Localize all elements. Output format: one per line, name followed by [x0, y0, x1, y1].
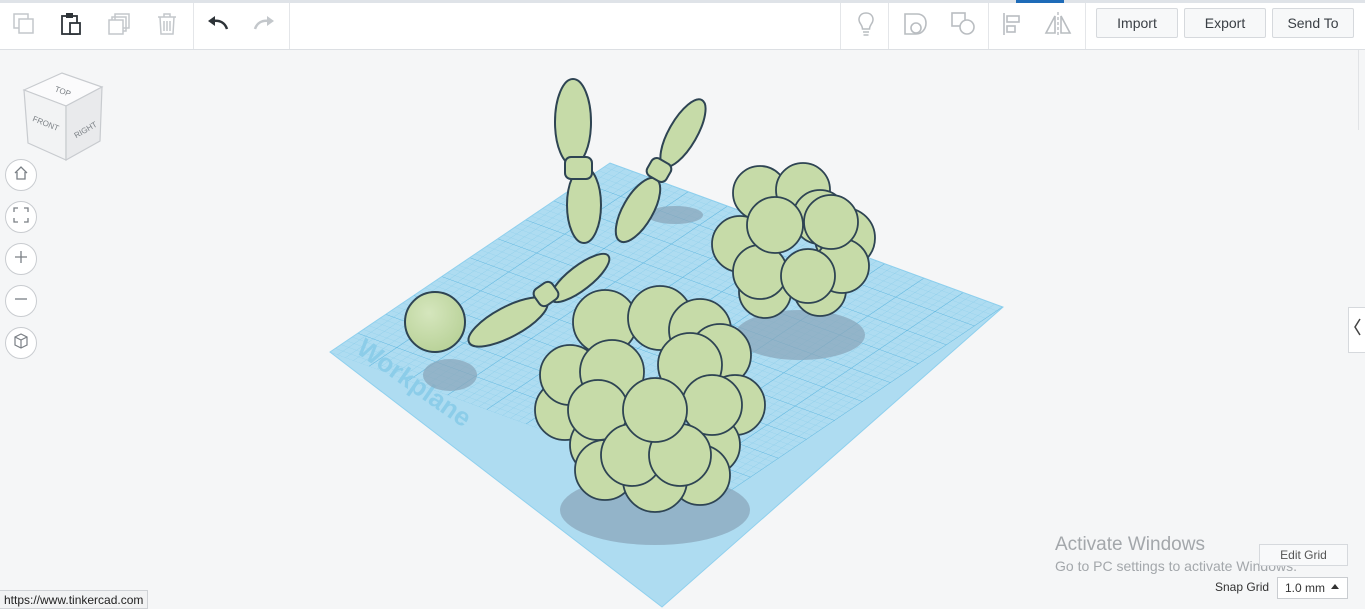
toolbar-divider [988, 3, 989, 49]
sphere-shape[interactable] [404, 291, 466, 353]
group-icon [901, 10, 929, 43]
mirror-button[interactable] [1039, 3, 1077, 49]
trash-icon [154, 11, 180, 42]
caret-up-icon [1331, 584, 1339, 589]
ungroup-button[interactable] [943, 3, 983, 49]
edit-grid-button[interactable]: Edit Grid [1259, 544, 1348, 566]
right-panel-edge [1358, 50, 1365, 130]
toolbar-divider [888, 3, 889, 49]
plus-icon [12, 248, 30, 271]
copy-icon [11, 11, 37, 42]
status-bar-url: https://www.tinkercad.com [0, 590, 149, 609]
paste-icon [58, 11, 84, 42]
fit-view-button[interactable] [5, 201, 37, 233]
duplicate-icon [106, 11, 132, 42]
cube-icon [12, 332, 30, 355]
chevron-left-icon [1352, 317, 1362, 343]
home-view-button[interactable] [5, 159, 37, 191]
3d-viewport[interactable]: Workplane TOP FRONT RIGHT [0, 50, 1365, 609]
mirror-icon [1043, 10, 1073, 43]
lightbulb-button[interactable] [847, 3, 885, 49]
redo-icon [251, 11, 277, 42]
copy-button[interactable] [6, 3, 42, 49]
lightbulb-icon [853, 10, 879, 43]
ungroup-icon [949, 10, 977, 43]
minus-icon [12, 290, 30, 313]
undo-icon [205, 11, 231, 42]
main-toolbar: Import Export Send To [0, 3, 1365, 50]
snap-grid-select[interactable]: 1.0 mm [1277, 577, 1348, 599]
toolbar-divider [1085, 3, 1086, 49]
toolbar-divider [193, 3, 194, 49]
zoom-out-button[interactable] [5, 285, 37, 317]
ortho-view-button[interactable] [5, 327, 37, 359]
send-to-button[interactable]: Send To [1272, 8, 1354, 38]
undo-button[interactable] [200, 3, 236, 49]
collapse-panel-button[interactable] [1348, 307, 1365, 353]
fit-all-icon [12, 206, 30, 229]
group-button[interactable] [895, 3, 935, 49]
redo-button[interactable] [246, 3, 282, 49]
duplicate-button[interactable] [101, 3, 137, 49]
home-icon [12, 164, 30, 187]
zoom-in-button[interactable] [5, 243, 37, 275]
align-icon [999, 10, 1025, 43]
toolbar-divider [840, 3, 841, 49]
snap-grid-label: Snap Grid [1215, 580, 1270, 594]
align-button[interactable] [993, 3, 1031, 49]
activate-windows-title: Activate Windows [1055, 534, 1205, 555]
export-button[interactable]: Export [1184, 8, 1266, 38]
paste-button[interactable] [53, 3, 89, 49]
toolbar-divider [289, 3, 290, 49]
delete-button[interactable] [149, 3, 185, 49]
snap-grid-value: 1.0 mm [1285, 581, 1326, 595]
import-button[interactable]: Import [1096, 8, 1178, 38]
